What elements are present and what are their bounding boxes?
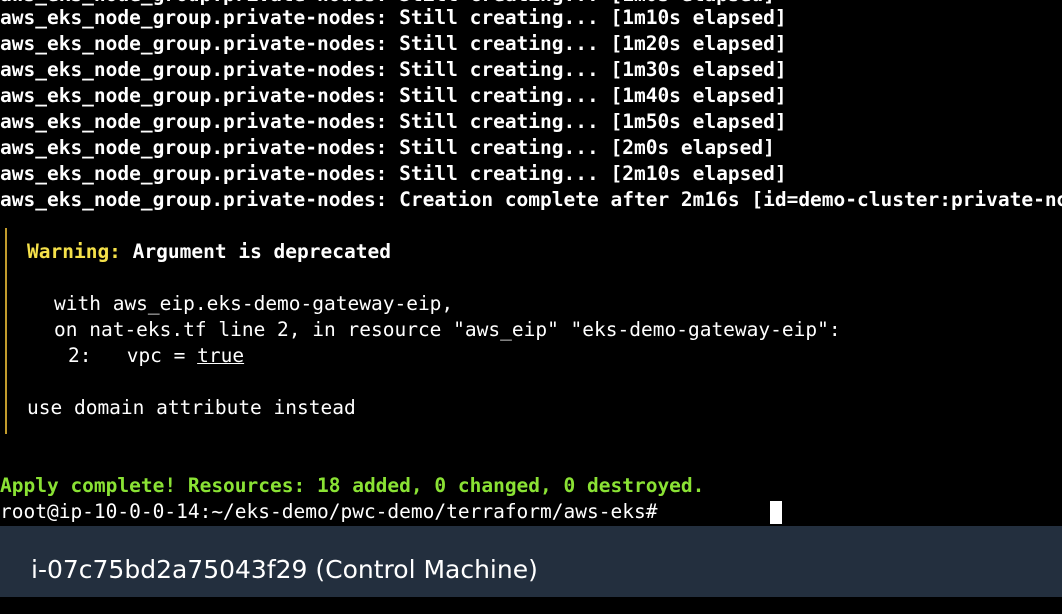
shell-prompt: root@ip-10-0-0-14:~/eks-demo/pwc-demo/te…: [0, 500, 670, 523]
warning-heading: Warning: Argument is deprecated: [27, 239, 391, 265]
terminal-cursor: [770, 501, 782, 524]
warning-bar: [5, 228, 7, 434]
warning-code-prefix: 2: vpc =: [68, 344, 198, 367]
warning-label: Warning:: [27, 240, 121, 263]
instance-status-bar: i-07c75bd2a75043f29 (Control Machine): [0, 526, 1062, 597]
terminal-output-line: aws_eks_node_group.private-nodes: Still …: [0, 110, 787, 133]
apply-summary: Apply complete! Resources: 18 added, 0 c…: [0, 474, 705, 497]
terminal-output-line: aws_eks_node_group.private-nodes: Creati…: [0, 188, 1062, 211]
terminal-output-line: aws_eks_node_group.private-nodes: Still …: [0, 6, 787, 29]
warning-message: use domain attribute instead: [27, 396, 356, 419]
warning-location-line: on nat-eks.tf line 2, in resource "aws_e…: [54, 318, 841, 341]
terminal-output-line: aws_eks_node_group.private-nodes: Still …: [0, 58, 787, 81]
terminal-output-line: aws_eks_node_group.private-nodes: Still …: [0, 32, 787, 55]
warning-code-value: true: [197, 344, 245, 367]
warning-code-line: 2: vpc = true: [68, 343, 244, 369]
terminal-output-line: aws_eks_node_group.private-nodes: Still …: [0, 136, 775, 159]
warning-title: Argument is deprecated: [132, 240, 391, 263]
instance-label: i-07c75bd2a75043f29 (Control Machine): [31, 555, 538, 584]
terminal-window[interactable]: aws_eks_node_group.private-nodes: Still …: [0, 0, 1062, 526]
warning-with-line: with aws_eip.eks-demo-gateway-eip,: [54, 292, 454, 315]
terminal-output-line: aws_eks_node_group.private-nodes: Still …: [0, 84, 787, 107]
terminal-output-line: aws_eks_node_group.private-nodes: Still …: [0, 162, 787, 185]
